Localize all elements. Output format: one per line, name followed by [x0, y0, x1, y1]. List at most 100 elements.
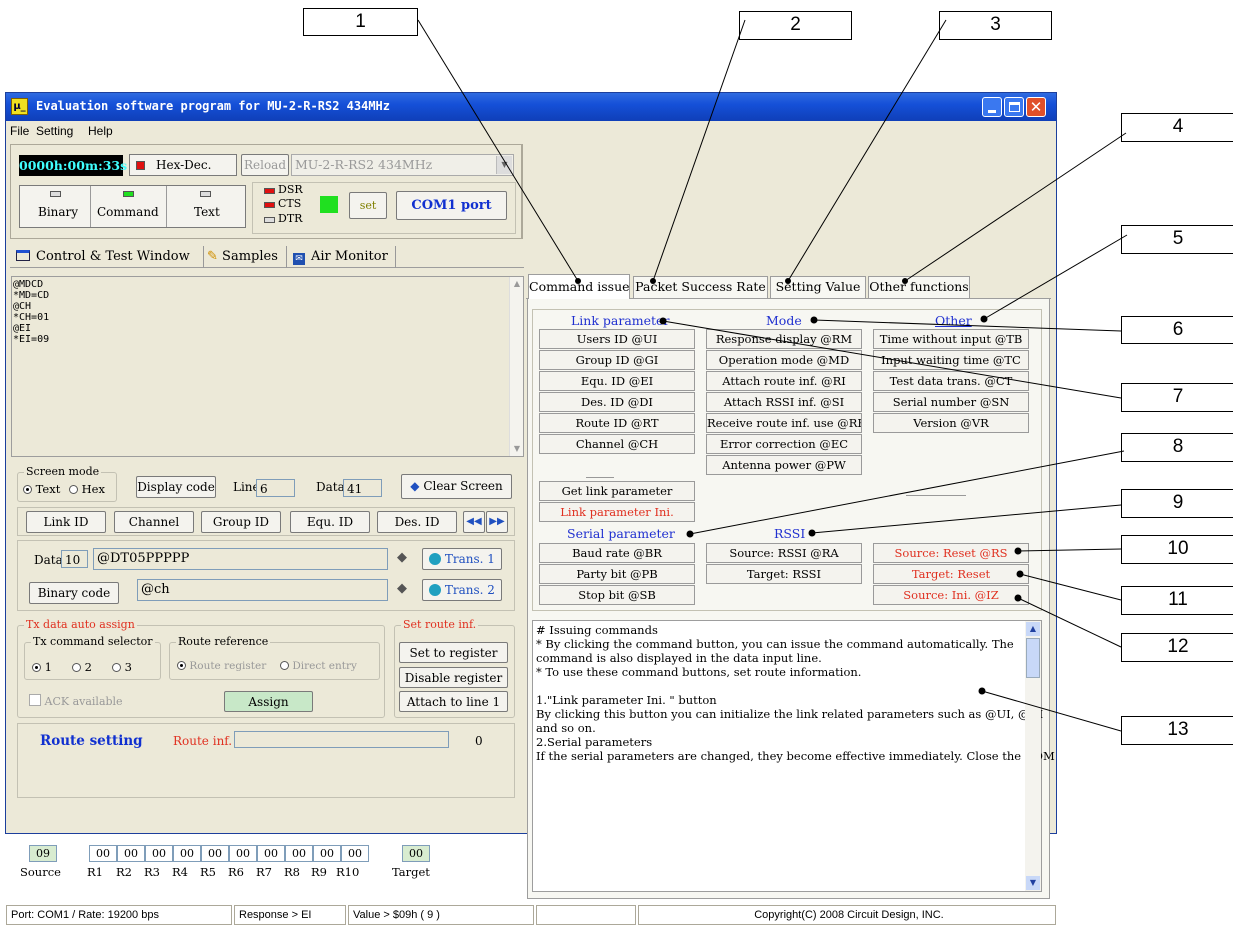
radio-direct-entry[interactable]: Direct entry — [280, 660, 357, 672]
data-input-field-2[interactable]: @ch — [137, 579, 388, 601]
model-select[interactable]: MU-2-R-RS2 434MHz ▼ — [291, 154, 514, 176]
set-button[interactable]: set — [349, 192, 387, 219]
minimize-button[interactable] — [982, 97, 1002, 117]
mode-command-button[interactable]: Attach route inf. @RI — [706, 371, 862, 391]
mode-command-button[interactable]: Response display @RM — [706, 329, 862, 349]
scroll-up-icon[interactable]: ▲ — [1026, 622, 1040, 636]
trans2-button[interactable]: Trans. 2 — [422, 579, 502, 601]
route-relay-field[interactable]: 00 — [173, 845, 201, 862]
reload-button[interactable]: Reload — [241, 154, 289, 176]
assign-button[interactable]: Assign — [224, 691, 313, 712]
scroll-right-button[interactable]: ▶▶ — [486, 511, 508, 533]
ack-checkbox[interactable]: ACK available — [29, 694, 123, 708]
radio-route-register[interactable]: Route register — [177, 660, 266, 672]
scroll-left-button[interactable]: ◀◀ — [463, 511, 485, 533]
maximize-button[interactable] — [1004, 97, 1024, 117]
binary-code-button[interactable]: Binary code — [29, 582, 119, 604]
link-command-button[interactable]: Route ID @RT — [539, 413, 695, 433]
mode-command-button[interactable]: Error correction @EC — [706, 434, 862, 454]
command-button[interactable]: Command — [92, 186, 167, 227]
log-scrollbar[interactable]: ▲ ▼ — [509, 277, 523, 456]
trans1-button[interactable]: Trans. 1 — [422, 548, 502, 570]
link-parameter-ini-button[interactable]: Link parameter Ini. — [539, 502, 695, 522]
scroll-thumb[interactable] — [1026, 638, 1040, 678]
route-relay-field[interactable]: 00 — [229, 845, 257, 862]
eraser-icon[interactable]: ◆ — [397, 581, 407, 596]
route-relay-field[interactable]: 00 — [145, 845, 173, 862]
link-command-button[interactable]: Des. ID @DI — [539, 392, 695, 412]
radio-hex[interactable]: Hex — [69, 482, 105, 496]
reset-command-button[interactable]: Source: Reset @RS — [873, 543, 1029, 563]
help-text-area[interactable]: # Issuing commands * By clicking the comm… — [532, 620, 1055, 892]
route-source-field[interactable]: 09 — [29, 845, 57, 862]
rssi-command-button[interactable]: Source: RSSI @RA — [706, 543, 862, 563]
radio-tx-2[interactable]: 2 — [72, 660, 92, 674]
menu-help[interactable]: Help — [88, 124, 113, 138]
route-relay-field[interactable]: 00 — [257, 845, 285, 862]
other-command-button[interactable]: Test data trans. @CT — [873, 371, 1029, 391]
route-target-field[interactable]: 00 — [402, 845, 430, 862]
data-input-field[interactable]: @DT05PPPPP — [93, 548, 388, 570]
serial-command-button[interactable]: Party bit @PB — [539, 564, 695, 584]
get-link-parameter-button[interactable]: Get link parameter — [539, 481, 695, 501]
other-command-button[interactable]: Serial number @SN — [873, 392, 1029, 412]
log-output[interactable]: @MDCD *MD=CD @CH *CH=01 @EI *EI=09 ▲ ▼ — [11, 276, 524, 457]
tab-command-issue[interactable]: Command issue — [528, 274, 630, 299]
mode-command-button[interactable]: Operation mode @MD — [706, 350, 862, 370]
com-port-button[interactable]: COM1 port — [396, 191, 507, 220]
other-command-button[interactable]: Version @VR — [873, 413, 1029, 433]
tab-samples[interactable]: ✎ Samples — [203, 246, 285, 268]
tab-other-functions[interactable]: Other functions — [868, 276, 970, 298]
link-command-button[interactable]: Channel @CH — [539, 434, 695, 454]
disable-register-button[interactable]: Disable register — [399, 667, 508, 688]
group-id-button[interactable]: Group ID — [201, 511, 281, 533]
link-command-button[interactable]: Equ. ID @EI — [539, 371, 695, 391]
channel-button[interactable]: Channel — [114, 511, 194, 533]
route-relay-field[interactable]: 00 — [89, 845, 117, 862]
radio-tx-3[interactable]: 3 — [112, 660, 132, 674]
menu-file[interactable]: File — [10, 124, 29, 138]
scroll-down-icon[interactable]: ▼ — [510, 442, 524, 456]
callout-2: 2 — [739, 11, 852, 40]
radio-text[interactable]: Text — [23, 482, 60, 496]
tab-packet-success[interactable]: Packet Success Rate — [633, 276, 768, 298]
scroll-down-icon[interactable]: ▼ — [1026, 876, 1040, 890]
other-command-button[interactable]: Input waiting time @TC — [873, 350, 1029, 370]
route-relay-field[interactable]: 00 — [341, 845, 369, 862]
reset-command-button[interactable]: Target: Reset — [873, 564, 1029, 584]
tab-air-monitor[interactable]: ✉ Air Monitor — [286, 246, 396, 268]
route-relay-field[interactable]: 00 — [313, 845, 341, 862]
route-relay-field[interactable]: 00 — [117, 845, 145, 862]
reset-command-button[interactable]: Source: Ini. @IZ — [873, 585, 1029, 605]
set-to-register-button[interactable]: Set to register — [399, 642, 508, 663]
binary-button[interactable]: Binary — [20, 186, 91, 227]
clear-screen-button[interactable]: ◆ Clear Screen — [401, 474, 512, 499]
close-button[interactable]: ✕ — [1026, 97, 1046, 117]
des-id-button[interactable]: Des. ID — [377, 511, 457, 533]
mode-command-button[interactable]: Receive route inf. use @RR — [706, 413, 862, 433]
mode-command-button[interactable]: Attach RSSI inf. @SI — [706, 392, 862, 412]
route-relay-field[interactable]: 00 — [201, 845, 229, 862]
mode-command-button[interactable]: Antenna power @PW — [706, 455, 862, 475]
scroll-up-icon[interactable]: ▲ — [510, 277, 524, 291]
equ-id-button[interactable]: Equ. ID — [290, 511, 370, 533]
display-code-button[interactable]: Display code — [136, 476, 216, 498]
route-relay-field[interactable]: 00 — [285, 845, 313, 862]
hexdec-toggle[interactable]: Hex-Dec. — [129, 154, 237, 176]
rssi-command-button[interactable]: Target: RSSI — [706, 564, 862, 584]
tab-setting-value[interactable]: Setting Value — [770, 276, 866, 298]
attach-line1-button[interactable]: Attach to line 1 — [399, 691, 508, 712]
menu-setting[interactable]: Setting — [36, 124, 73, 138]
log-line: *CH=01 — [13, 312, 50, 323]
help-scrollbar[interactable]: ▲ ▼ — [1025, 621, 1041, 891]
serial-command-button[interactable]: Baud rate @BR — [539, 543, 695, 563]
link-command-button[interactable]: Users ID @UI — [539, 329, 695, 349]
tab-control-test[interactable]: Control & Test Window — [12, 246, 202, 268]
text-button[interactable]: Text — [168, 186, 244, 227]
serial-command-button[interactable]: Stop bit @SB — [539, 585, 695, 605]
link-command-button[interactable]: Group ID @GI — [539, 350, 695, 370]
link-id-button[interactable]: Link ID — [26, 511, 106, 533]
other-command-button[interactable]: Time without input @TB — [873, 329, 1029, 349]
eraser-icon[interactable]: ◆ — [397, 550, 407, 565]
radio-tx-1[interactable]: 1 — [32, 660, 52, 674]
